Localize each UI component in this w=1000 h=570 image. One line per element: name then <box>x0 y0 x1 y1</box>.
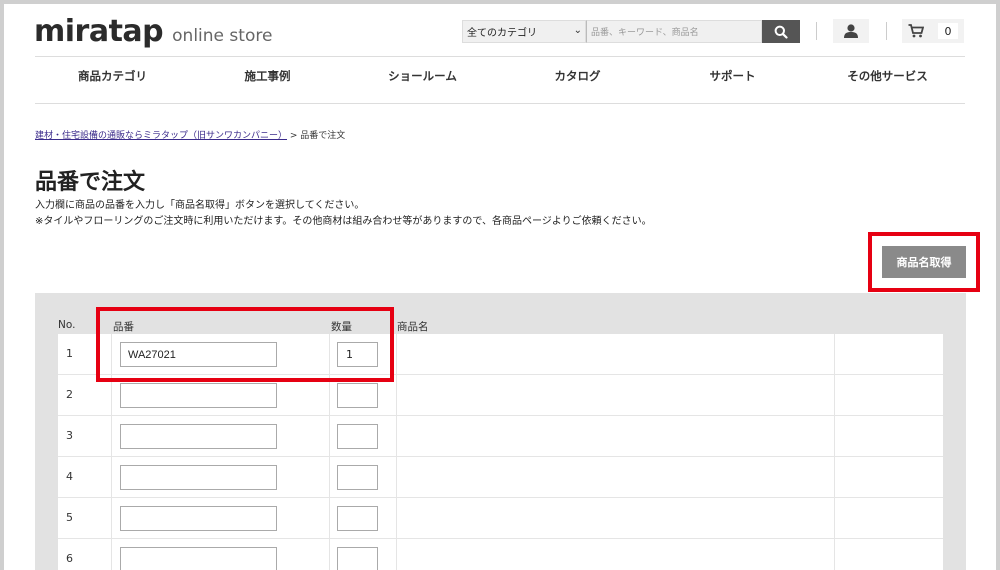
search-icon <box>774 25 788 39</box>
row-number: 5 <box>66 511 73 524</box>
quantity-input[interactable] <box>337 383 378 408</box>
row-number: 2 <box>66 388 73 401</box>
product-code-input[interactable] <box>120 465 277 490</box>
quantity-input[interactable] <box>337 465 378 490</box>
cart-count-badge: 0 <box>938 23 958 39</box>
row-number: 1 <box>66 347 73 360</box>
highlight-box-button <box>868 232 980 292</box>
table-row: 5 <box>58 498 943 539</box>
search-button[interactable] <box>762 20 800 43</box>
description-line-1: 入力欄に商品の品番を入力し「商品名取得」ボタンを選択してください。 <box>35 200 365 211</box>
product-code-input[interactable] <box>120 383 277 408</box>
nav-item-showroom[interactable]: ショールーム <box>345 68 500 84</box>
quantity-input[interactable] <box>337 547 378 570</box>
product-code-input[interactable] <box>120 506 277 531</box>
nav-item-catalog[interactable]: カタログ <box>500 68 655 84</box>
nav-item-support[interactable]: サポート <box>655 68 810 84</box>
breadcrumb-current: 品番で注文 <box>300 131 346 141</box>
header-product-name: 商品名 <box>397 321 429 333</box>
nav-item-categories[interactable]: 商品カテゴリ <box>35 68 190 84</box>
category-select-value: 全てのカテゴリ <box>467 28 537 39</box>
page-description: 入力欄に商品の品番を入力し「商品名取得」ボタンを選択してください。 ※タイルやフ… <box>35 198 652 230</box>
page-title: 品番で注文 <box>35 170 146 195</box>
search-bar: 全てのカテゴリ ⌄ 品番、キーワード、商品名 <box>462 20 800 43</box>
header-no: No. <box>58 319 76 331</box>
nav-item-other-services[interactable]: その他サービス <box>810 68 965 84</box>
product-code-input[interactable] <box>120 547 277 570</box>
header-divider-line <box>35 56 965 57</box>
row-number: 4 <box>66 470 73 483</box>
header-divider <box>886 22 887 40</box>
search-input[interactable]: 品番、キーワード、商品名 <box>586 20 762 43</box>
nav-divider-line <box>35 103 965 104</box>
logo-sub-text: online store <box>172 26 273 46</box>
account-button[interactable] <box>833 19 869 43</box>
breadcrumb-home-link[interactable]: 建材・住宅設備の通販ならミラタップ（旧サンワカンパニー） <box>35 131 287 141</box>
quantity-input[interactable] <box>337 424 378 449</box>
row-number: 6 <box>66 552 73 565</box>
header-divider <box>816 22 817 40</box>
user-icon <box>844 24 858 38</box>
description-line-2: ※タイルやフローリングのご注文時に利用いただけます。その他商材は組み合わせ等があ… <box>35 216 652 227</box>
row-number: 3 <box>66 429 73 442</box>
product-code-input[interactable] <box>120 424 277 449</box>
site-logo[interactable]: miratap online store <box>34 14 272 49</box>
table-row: 6 <box>58 539 943 570</box>
search-placeholder: 品番、キーワード、商品名 <box>591 28 699 38</box>
logo-main-text: miratap <box>34 14 164 49</box>
quantity-input[interactable] <box>337 506 378 531</box>
main-nav: 商品カテゴリ 施工事例 ショールーム カタログ サポート その他サービス <box>35 68 965 84</box>
breadcrumb: 建材・住宅設備の通販ならミラタップ（旧サンワカンパニー） > 品番で注文 <box>35 128 345 141</box>
cart-button[interactable]: 0 <box>902 19 964 43</box>
nav-item-case-studies[interactable]: 施工事例 <box>190 68 345 84</box>
breadcrumb-separator: > <box>287 131 301 141</box>
highlight-box-inputs <box>96 307 394 382</box>
table-row: 4 <box>58 457 943 498</box>
cart-icon <box>908 24 924 38</box>
table-row: 3 <box>58 416 943 457</box>
category-select[interactable]: 全てのカテゴリ ⌄ <box>462 20 586 43</box>
chevron-down-icon: ⌄ <box>573 25 582 36</box>
